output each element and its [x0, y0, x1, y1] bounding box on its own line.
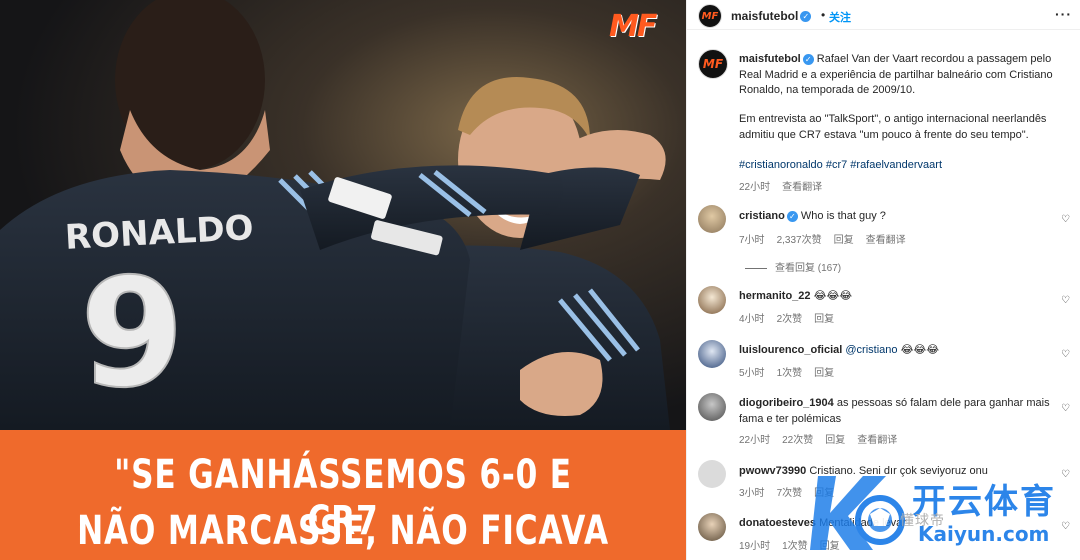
reply-button[interactable]: 回复 [834, 235, 854, 246]
like-heart-icon[interactable]: ♡ [1061, 296, 1070, 306]
username-text[interactable]: maisfutebol [731, 9, 798, 23]
view-replies-label[interactable]: 查看回复 (167) [775, 263, 841, 274]
comment-time: 7小时 [739, 235, 765, 246]
comment-time: 22小时 [739, 435, 771, 446]
comment-time: 3小时 [739, 488, 765, 499]
verified-icon: ✓ [800, 11, 812, 23]
like-heart-icon[interactable]: ♡ [1061, 350, 1070, 360]
like-heart-icon[interactable]: ♡ [1061, 215, 1070, 225]
comment-body: Who is that guy ? [800, 210, 886, 222]
watermark: 开云体育 懂球帝 Kaiyun.com [808, 458, 1078, 558]
more-icon[interactable]: ··· [1055, 6, 1072, 22]
comment-time: 5小时 [739, 368, 765, 379]
comment-username[interactable]: hermanito_22 [739, 290, 811, 302]
comment-meta: 7小时 2,337次赞 回复 查看翻译 [739, 231, 918, 246]
comment-likes[interactable]: 1次赞 [782, 541, 808, 552]
comment-avatar[interactable] [698, 513, 726, 541]
translate-button[interactable]: 查看翻译 [866, 235, 906, 246]
kaiyun-logo-icon [810, 476, 905, 550]
mf-logo: MF [609, 9, 657, 44]
comment-avatar[interactable] [698, 286, 726, 314]
verified-icon: ✓ [802, 53, 814, 65]
comment-time: 4小时 [739, 314, 765, 325]
view-replies-button[interactable]: 查看回复 (167) [745, 259, 841, 274]
caption-p2: Em entrevista ao "TalkSport", o antigo i… [739, 113, 1047, 141]
watermark-en: Kaiyun.com [918, 522, 1050, 546]
comment-likes[interactable]: 1次赞 [777, 368, 803, 379]
follow-button[interactable]: 关注 [829, 9, 851, 25]
replies-line [745, 267, 767, 269]
comment-avatar[interactable] [698, 205, 726, 233]
comment-body: 😂😂😂 [900, 344, 940, 356]
caption-meta: 22小时 查看翻译 [739, 178, 834, 193]
comment-username[interactable]: cristiano [739, 210, 785, 222]
comment-likes[interactable]: 22次赞 [782, 435, 813, 446]
comment-meta: 22小时 22次赞 回复 查看翻译 [739, 431, 909, 446]
comment-text: diogoribeiro_1904 as pessoas só falam de… [739, 396, 1051, 427]
comment-username[interactable]: luislourenco_oficial [739, 344, 842, 356]
comment-likes[interactable]: 2,337次赞 [777, 235, 822, 246]
comment-text: luislourenco_oficial @cristiano 😂😂😂 [739, 343, 1039, 359]
caption-text: maisfutebol ✓ Rafael Van der Vaart record… [739, 52, 1059, 99]
reply-button[interactable]: 回复 [825, 435, 845, 446]
like-heart-icon[interactable]: ♡ [1061, 404, 1070, 414]
comment-meta: 4小时 2次赞 回复 [739, 310, 846, 325]
comment-mention[interactable]: @cristiano [845, 344, 897, 356]
comment-likes[interactable]: 2次赞 [777, 314, 803, 325]
caption-avatar[interactable]: MF [698, 49, 728, 79]
comment-username[interactable]: pwowv73990 [739, 465, 806, 477]
comment-username[interactable]: diogoribeiro_1904 [739, 397, 834, 409]
comment-body: 😂😂😂 [813, 290, 853, 302]
translate-button[interactable]: 查看翻译 [782, 182, 822, 193]
post-image[interactable]: RONALDO 9 MF "SE GANHÁSSEMOS 6-0 E CR7 N… [0, 0, 686, 560]
reply-button[interactable]: 回复 [814, 368, 834, 379]
comment-username[interactable]: donatoesteves [739, 517, 816, 529]
comment-text: cristiano ✓ Who is that guy ? [739, 209, 1039, 225]
caption-username[interactable]: maisfutebol [739, 53, 801, 65]
translate-button[interactable]: 查看翻译 [857, 435, 897, 446]
jersey-number: 9 [80, 247, 184, 421]
comment-avatar[interactable] [698, 393, 726, 421]
comment-text: hermanito_22 😂😂😂 [739, 289, 1039, 305]
header-username[interactable]: maisfutebol ✓ [731, 9, 812, 23]
comment-time: 19小时 [739, 541, 771, 552]
verified-icon: ✓ [786, 210, 798, 222]
reply-button[interactable]: 回复 [814, 314, 834, 325]
comment-meta: 5小时 1次赞 回复 [739, 364, 846, 379]
players-photo: RONALDO 9 MF [0, 0, 686, 430]
separator-dot: • [821, 8, 826, 22]
caption-time: 22小时 [739, 182, 771, 193]
quote-line-2: NÃO MARCASSE, NÃO FICAVA [77, 508, 609, 554]
avatar[interactable]: MF [698, 4, 722, 28]
comment-avatar[interactable] [698, 340, 726, 368]
comment-avatar[interactable] [698, 460, 726, 488]
caption-hashtags[interactable]: #cristianoronaldo #cr7 #rafaelvandervaar… [739, 158, 1059, 174]
comment-likes[interactable]: 7次赞 [777, 488, 803, 499]
players-illustration: RONALDO 9 [0, 0, 686, 430]
